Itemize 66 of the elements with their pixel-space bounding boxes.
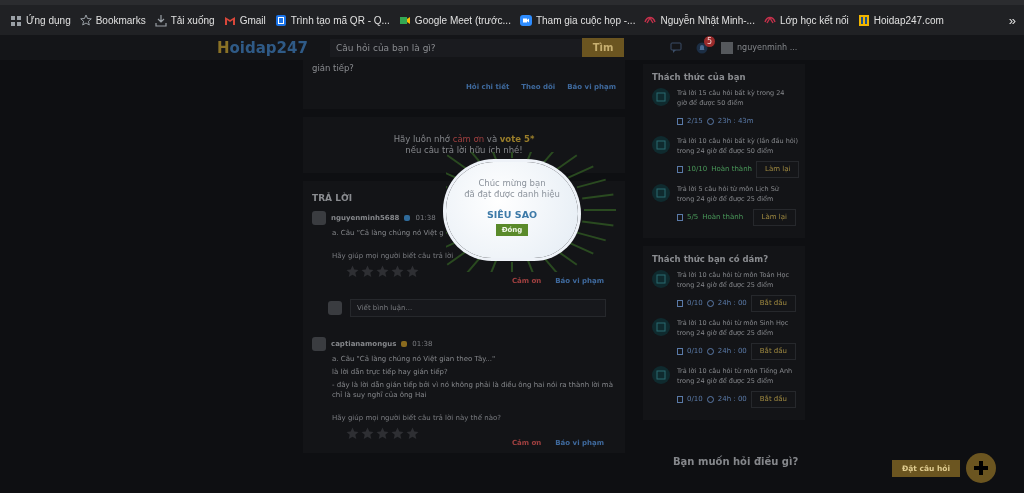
apps-icon [10,13,22,27]
challenge-icon [652,366,670,384]
challenge-icon [652,184,670,202]
star-icon[interactable] [376,265,389,277]
bookmark-link[interactable]: Ứng dụng [10,11,71,29]
search-button[interactable]: Tìm [582,38,624,57]
user-avatar [312,337,326,351]
award-title: SIÊU SAO [486,209,538,220]
bookmark-link[interactable]: Hoidap247.com [857,11,944,29]
clock-icon [706,117,714,125]
ask-heading: Bạn muốn hỏi điều gì? [673,456,800,467]
popup-message: đã đạt được danh hiệu [464,189,560,200]
clock-icon [706,299,714,307]
star-icon[interactable] [406,427,419,439]
qr-icon [274,13,287,27]
bookmark-link[interactable]: Trình tạo mã QR - Q... [274,11,390,29]
bookmark-link[interactable]: Lớp học kết nối [763,11,849,29]
challenge-icon [652,270,670,288]
star-icon[interactable] [346,427,359,439]
bookmark-link[interactable]: Tham gia cuộc họp -... [519,11,636,29]
star-icon[interactable] [376,427,389,439]
add-question-button[interactable] [966,453,997,483]
star-icon[interactable] [391,427,404,439]
chat-icon[interactable] [670,42,682,53]
user-name[interactable]: nguyenminh ... [737,43,798,52]
star-icon[interactable] [391,265,404,277]
star-icon[interactable] [406,265,419,277]
document-icon [677,299,683,307]
reminder-text: Hãy luôn nhớ cảm ơn và vote 5* [393,134,535,145]
clock-icon [706,347,714,355]
search-field[interactable]: Câu hỏi của bạn là gì? [330,38,584,57]
star-icon [79,13,92,27]
challenge-icon [652,136,670,154]
document-icon [677,117,683,125]
avatar [721,41,733,54]
bookmark-link[interactable]: Bookmarks [79,11,146,29]
popup-message: Chúc mừng bạn [478,178,546,189]
bookmark-link[interactable]: Gmail [223,11,266,29]
question-text: gián tiếp? [312,63,355,73]
clock-icon [706,395,714,403]
bell-icon[interactable] [696,41,708,54]
bookmark-link[interactable]: Google Meet (trước... [398,11,511,29]
reminder-text: nếu câu trả lời hữu ích nhé! [405,145,523,156]
site-logo[interactable]: Hoidap247 [217,38,330,57]
star-icon[interactable] [361,265,374,277]
card-title: Thách thức của bạn [652,72,747,82]
video-icon [519,13,532,27]
answers-heading: TRẢ LỜI [312,193,353,203]
document-icon [677,347,683,355]
document-icon [677,395,683,403]
more-bookmarks-button[interactable]: » [1008,12,1016,28]
star-icon[interactable] [346,265,359,277]
star-icon[interactable] [361,427,374,439]
bookmark-link[interactable]: Tải xuống [154,11,215,29]
user-avatar [312,211,326,225]
download-icon [154,13,167,27]
challenge-icon [652,318,670,336]
challenge-icon [652,88,670,106]
document-icon [677,213,683,221]
notification-count: 5 [704,35,715,47]
document-icon [677,165,683,173]
user-avatar [328,301,342,315]
hoidap-icon [857,13,870,27]
bookmark-link[interactable]: Nguyễn Nhật Minh-... [644,11,755,29]
card-title: Thách thức bạn có dám? [652,254,770,264]
plus-icon [973,460,990,476]
